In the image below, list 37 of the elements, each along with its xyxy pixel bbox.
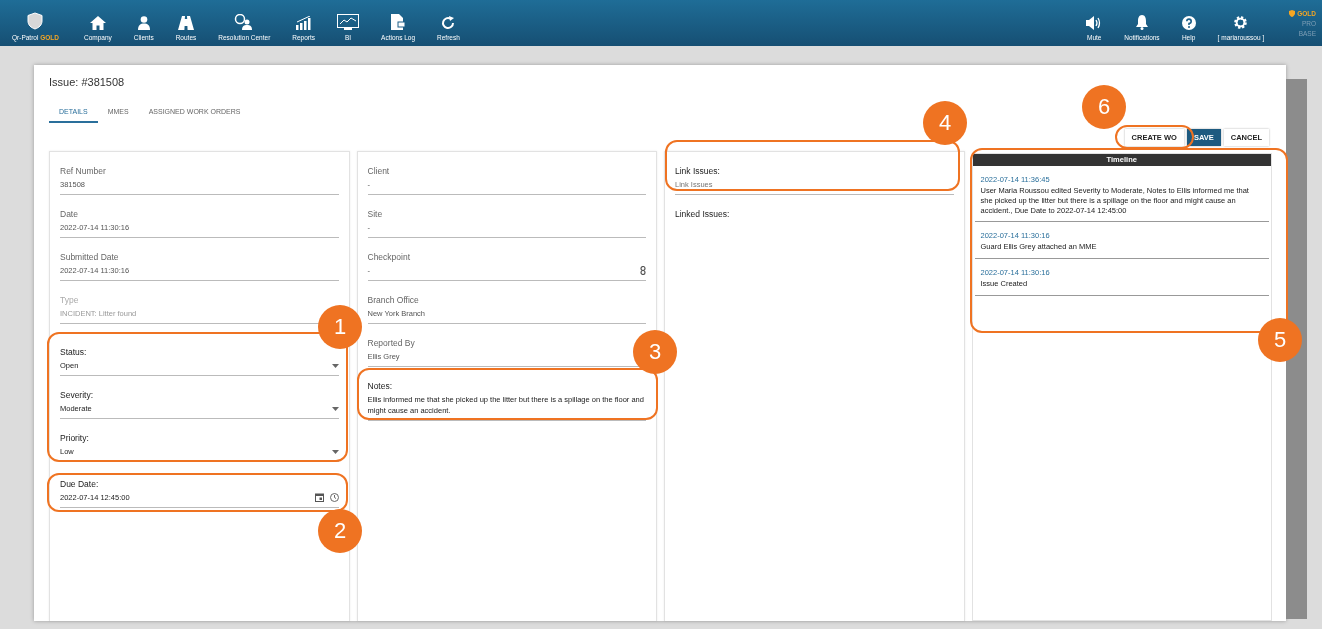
scrollbar[interactable] — [1286, 79, 1307, 619]
shield-icon — [1289, 9, 1296, 17]
field-label: Date — [60, 209, 79, 219]
speaker-icon — [1086, 16, 1103, 30]
document-icon — [391, 14, 406, 30]
field-label: Submitted Date — [60, 252, 120, 262]
field-label: Ref Number — [60, 166, 107, 176]
field-label: Reported By — [367, 338, 416, 348]
refresh-icon — [441, 16, 456, 30]
bar-chart-icon — [295, 16, 312, 30]
calendar-icon — [314, 493, 324, 502]
clock-icon — [329, 493, 339, 502]
field-label: Linked Issues: — [675, 209, 731, 219]
field-label: Link Issues: — [675, 166, 721, 176]
user-icon — [137, 16, 150, 30]
field-label: Branch Office — [367, 295, 420, 305]
field-label: Due Date: — [60, 479, 100, 489]
help-icon — [1181, 16, 1196, 30]
settings-icon — [1233, 15, 1249, 30]
bell-icon — [1134, 15, 1149, 30]
people-gear-icon — [234, 14, 255, 30]
field-label: Severity: — [60, 390, 95, 400]
field-label: Site — [367, 209, 384, 219]
field-label: Checkpoint — [367, 252, 412, 262]
field-label: Priority: — [60, 433, 90, 443]
dropdown-caret-icon — [331, 363, 339, 368]
home-icon — [89, 16, 106, 30]
field-label: Notes: — [367, 381, 394, 391]
road-icon — [177, 16, 194, 30]
dropdown-caret-icon — [331, 406, 339, 411]
field-label: Type — [60, 295, 80, 305]
dropdown-caret-icon — [331, 449, 339, 454]
shield-icon — [27, 12, 44, 30]
monitor-chart-icon — [337, 14, 360, 30]
field-label: Status: — [60, 347, 88, 357]
field-label: Client — [367, 166, 391, 176]
dialog-title: Issue: #381508 — [49, 76, 126, 88]
